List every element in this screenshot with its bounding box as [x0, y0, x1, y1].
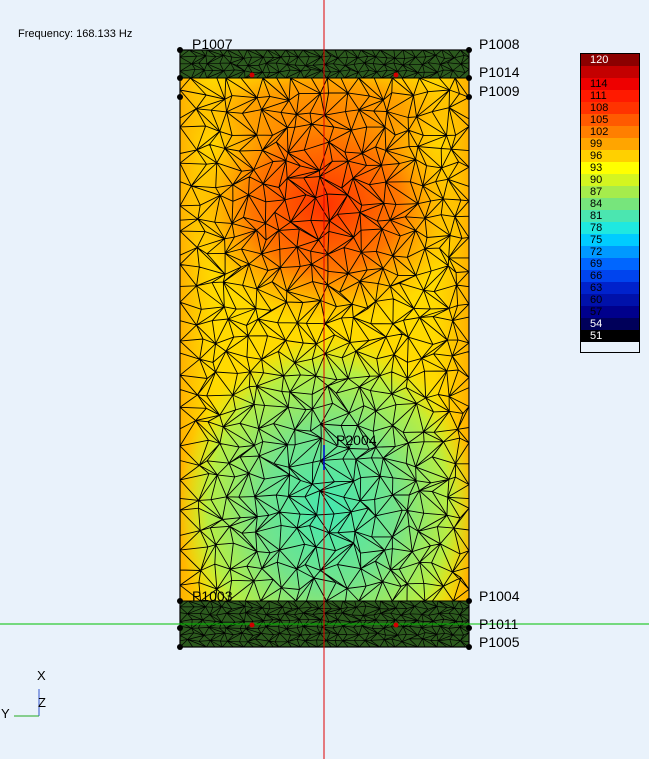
legend-row: 63 — [581, 282, 639, 294]
axis-z-label: Z — [38, 695, 46, 710]
label-p1005: P1005 — [479, 634, 520, 650]
label-p1009: P1009 — [479, 83, 520, 99]
label-p1011: P1011 — [479, 616, 519, 632]
legend-value: 63 — [590, 282, 603, 294]
marker-p1005-left[interactable] — [177, 644, 183, 650]
legend-value: 111 — [590, 90, 607, 102]
color-legend: 120 114 111 108 105 102 99 96 93 90 87 84 81 78 75 72 69… — [580, 53, 640, 353]
label-p1014: P1014 — [479, 64, 520, 80]
axis-x-label: X — [37, 668, 46, 683]
legend-value: 78 — [590, 222, 603, 234]
legend-value: 54 — [590, 318, 603, 330]
legend-value: 60 — [590, 294, 603, 306]
legend-value: 99 — [590, 138, 603, 150]
axis-triad: X Z Y — [1, 668, 46, 721]
marker-red-bottom-left[interactable] — [249, 622, 255, 628]
label-p2004: P2004 — [336, 432, 377, 448]
legend-value: 96 — [590, 150, 603, 162]
model-viewport[interactable]: P1007 P1008 P1014 P1009 P2004 P1003 P100… — [0, 0, 649, 759]
legend-row: 81 — [581, 210, 639, 222]
legend-row: 69 — [581, 258, 639, 270]
marker-p1007[interactable] — [177, 47, 183, 53]
legend-row: 111 — [581, 90, 639, 102]
legend-value: 93 — [590, 162, 603, 174]
legend-value: 72 — [590, 246, 603, 258]
marker-red-top-left[interactable] — [249, 72, 255, 78]
legend-row: 60 — [581, 294, 639, 306]
marker-p1003[interactable] — [177, 598, 183, 604]
legend-row: 84 — [581, 198, 639, 210]
legend-value: 114 — [590, 78, 608, 90]
axis-y-label: Y — [1, 706, 10, 721]
legend-value: 105 — [590, 114, 609, 126]
marker-p1004[interactable] — [466, 598, 472, 604]
legend-row: 93 — [581, 162, 639, 174]
marker-p1014[interactable] — [466, 75, 472, 81]
marker-p1009-left[interactable] — [177, 94, 183, 100]
legend-row: 114 — [581, 78, 639, 90]
legend-value: 102 — [590, 126, 609, 138]
legend-row: 87 — [581, 186, 639, 198]
marker-red-bottom-right[interactable] — [393, 622, 399, 628]
legend-row: 54 — [581, 318, 639, 330]
legend-row: 75 — [581, 234, 639, 246]
marker-p1005[interactable] — [466, 644, 472, 650]
marker-p1009[interactable] — [466, 94, 472, 100]
marker-p1008[interactable] — [466, 47, 472, 53]
legend-row: 96 — [581, 150, 639, 162]
legend-value: 66 — [590, 270, 603, 282]
legend-row: 120 — [581, 54, 639, 66]
legend-value: 69 — [590, 258, 603, 270]
marker-red-top-right[interactable] — [393, 72, 399, 78]
legend-row: 78 — [581, 222, 639, 234]
legend-row: 90 — [581, 174, 639, 186]
legend-value: 51 — [590, 330, 603, 342]
legend-row: 99 — [581, 138, 639, 150]
label-p1008: P1008 — [479, 36, 520, 52]
legend-row: 105 — [581, 114, 639, 126]
legend-row: 66 — [581, 270, 639, 282]
marker-p1011-left[interactable] — [177, 625, 183, 631]
legend-value: 120 — [590, 54, 609, 66]
label-p1003: P1003 — [192, 588, 233, 604]
legend-value: 81 — [590, 210, 603, 222]
legend-row — [581, 66, 639, 78]
fea-mesh-view[interactable]: P1007 P1008 P1014 P1009 P2004 P1003 P100… — [0, 0, 649, 759]
legend-value: 108 — [590, 102, 609, 114]
legend-value: 75 — [590, 234, 603, 246]
legend-row: 102 — [581, 126, 639, 138]
legend-row: 57 — [581, 306, 639, 318]
marker-p1011[interactable] — [466, 625, 472, 631]
legend-value: 90 — [590, 174, 603, 186]
legend-row: 108 — [581, 102, 639, 114]
label-p1004: P1004 — [479, 588, 520, 604]
legend-value: 84 — [590, 198, 603, 210]
legend-value: 57 — [590, 306, 603, 318]
legend-value: 87 — [590, 186, 603, 198]
frequency-label: Frequency: 168.133 Hz — [18, 28, 133, 40]
label-p1007: P1007 — [192, 36, 233, 52]
marker-p1014-left[interactable] — [177, 75, 183, 81]
legend-row: 72 — [581, 246, 639, 258]
legend-row: 51 — [581, 330, 639, 342]
